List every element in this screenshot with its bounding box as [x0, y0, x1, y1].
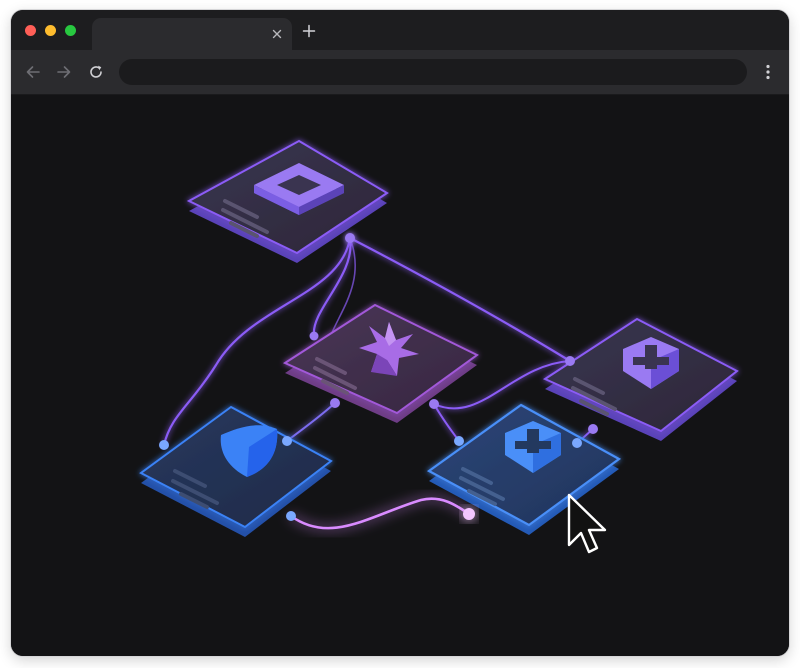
port[interactable]	[429, 399, 439, 409]
arrow-left-icon[interactable]	[24, 63, 42, 81]
close-icon[interactable]	[268, 25, 286, 43]
node-right[interactable]	[542, 317, 739, 441]
port[interactable]	[565, 356, 575, 366]
maximize-window-button[interactable]	[65, 25, 76, 36]
address-bar[interactable]	[119, 59, 747, 85]
reload-icon[interactable]	[87, 63, 105, 81]
port[interactable]	[572, 438, 582, 448]
port[interactable]	[454, 436, 464, 446]
port[interactable]	[330, 398, 340, 408]
page-content	[11, 95, 789, 656]
port[interactable]	[159, 440, 169, 450]
port[interactable]	[588, 424, 598, 434]
port[interactable]	[282, 436, 292, 446]
edge-left-bottom-highlighted	[289, 497, 471, 530]
minimize-window-button[interactable]	[45, 25, 56, 36]
port[interactable]	[345, 233, 355, 243]
edge-center-left	[286, 402, 336, 442]
node-top[interactable]	[186, 139, 389, 263]
port-active[interactable]	[463, 508, 475, 520]
node-left[interactable]	[139, 405, 333, 537]
port[interactable]	[286, 511, 296, 521]
tab-strip	[11, 10, 789, 50]
browser-window	[11, 10, 789, 656]
port[interactable]	[309, 331, 319, 341]
workflow-diagram	[139, 139, 739, 554]
node-center[interactable]	[282, 303, 479, 423]
browser-tab[interactable]	[92, 18, 292, 50]
close-window-button[interactable]	[25, 25, 36, 36]
kebab-menu-icon[interactable]	[761, 63, 775, 81]
plus-icon[interactable]	[301, 23, 317, 39]
mouse-pointer-icon	[567, 493, 607, 554]
arrow-right-icon[interactable]	[55, 63, 73, 81]
edge-center-bottom	[433, 403, 460, 442]
browser-toolbar	[11, 50, 789, 95]
